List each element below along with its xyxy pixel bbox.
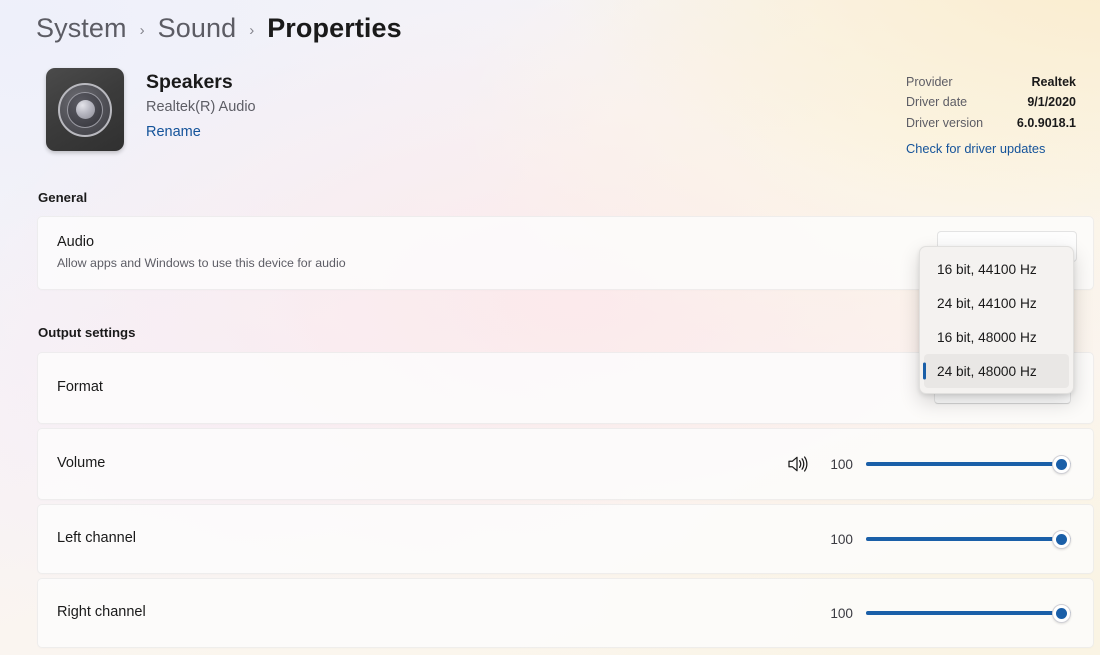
section-heading-general: General [38,190,88,205]
setting-card-left-channel[interactable]: Left channel 100 [37,504,1094,574]
right-channel-label: Right channel [57,604,146,621]
rename-link[interactable]: Rename [146,121,201,143]
driver-provider-label: Provider [906,75,953,89]
right-channel-slider[interactable] [866,602,1071,624]
right-channel-controls: 100 [823,602,1071,624]
driver-date-label: Driver date [906,95,968,110]
left-channel-value: 100 [830,531,853,547]
driver-row-provider: Provider Realtek [906,72,1076,92]
right-channel-slider-thumb[interactable] [1052,603,1071,623]
format-option-16-44100[interactable]: 16 bit, 44100 Hz [924,252,1069,286]
breadcrumb-item-properties: Properties [267,12,402,43]
driver-version-label: Driver version [906,115,984,130]
section-heading-output-settings: Output settings [38,325,136,340]
volume-controls: 100 [786,453,1071,475]
format-dropdown-flyout: 16 bit, 44100 Hz 24 bit, 44100 Hz 16 bit… [919,246,1074,394]
driver-row-date: Driver date 9/1/2020 [906,92,1076,112]
check-driver-updates-link[interactable]: Check for driver updates [906,140,1045,158]
right-channel-value: 100 [830,605,853,621]
audio-label: Audio [57,234,95,251]
format-label: Format [57,379,103,396]
format-option-24-44100[interactable]: 24 bit, 44100 Hz [924,286,1069,320]
speaker-cone-outer [58,82,112,137]
setting-card-volume-inner: Volume 100 [38,429,1093,499]
volume-value: 100 [830,456,853,472]
speaker-cone-inner [67,91,103,128]
driver-row-version: Driver version 6.0.9018.1 [906,113,1076,133]
device-name: Speakers [146,71,233,93]
speaker-icon [46,68,124,151]
speaker-volume-icon[interactable] [786,453,810,475]
volume-label: Volume [57,455,106,472]
setting-card-left-channel-inner: Left channel 100 [38,505,1093,573]
right-channel-slider-fill [866,611,1071,615]
audio-description: Allow apps and Windows to use this devic… [57,255,346,270]
chevron-right-icon: › [249,21,255,39]
left-channel-controls: 100 [823,528,1071,550]
volume-slider-fill [866,462,1071,466]
device-subtitle: Realtek(R) Audio [146,98,256,115]
device-header: Speakers Realtek(R) Audio Rename [46,68,256,151]
volume-slider[interactable] [866,453,1071,475]
setting-card-volume[interactable]: Volume 100 [37,428,1094,500]
left-channel-slider-thumb[interactable] [1052,529,1071,549]
driver-version-value: 6.0.9018.1 [1016,115,1076,130]
left-channel-slider[interactable] [866,528,1071,550]
device-text: Speakers Realtek(R) Audio Rename [146,68,256,144]
driver-provider-value: Realtek [1031,75,1076,89]
sound-properties-page: System › Sound › Properties Speakers Rea… [0,0,1100,655]
left-channel-slider-fill [866,537,1071,541]
setting-card-right-channel[interactable]: Right channel 100 [37,578,1094,648]
speaker-dome [75,100,95,119]
breadcrumb: System › Sound › Properties [36,8,402,48]
breadcrumb-item-sound[interactable]: Sound [158,13,237,44]
setting-card-right-channel-inner: Right channel 100 [38,579,1093,647]
format-option-24-48000[interactable]: 24 bit, 48000 Hz [924,354,1069,388]
volume-slider-thumb[interactable] [1052,454,1071,474]
driver-date-value: 9/1/2020 [1027,95,1076,110]
chevron-right-icon: › [139,21,145,39]
breadcrumb-item-system[interactable]: System [36,13,127,44]
left-channel-label: Left channel [57,530,137,547]
audio-text-group: Audio Allow apps and Windows to use this… [57,233,346,273]
driver-info: Provider Realtek Driver date 9/1/2020 Dr… [906,72,1076,158]
format-option-16-48000[interactable]: 16 bit, 48000 Hz [924,320,1069,354]
